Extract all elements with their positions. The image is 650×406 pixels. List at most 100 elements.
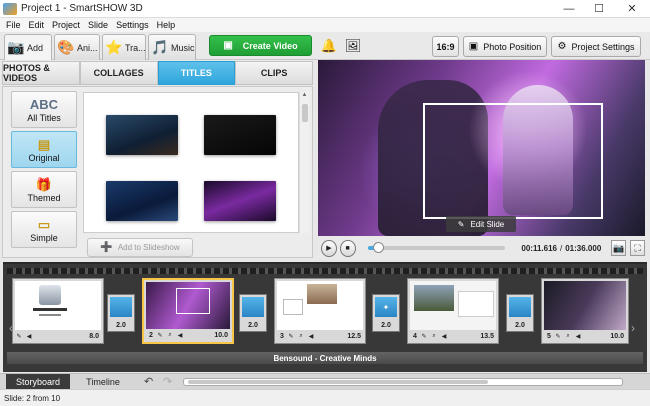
- snapshot-button[interactable]: 📷: [611, 240, 627, 256]
- project-settings-button[interactable]: ⚙ Project Settings: [551, 36, 641, 57]
- transition-duration[interactable]: 2.0: [108, 322, 134, 329]
- slide-thumbnail[interactable]: 5 ✎ ⌕ ◀ 10.0: [541, 278, 629, 344]
- camera-icon: 📷: [7, 39, 25, 55]
- redo-icon[interactable]: ↷: [163, 375, 172, 388]
- transition-thumbnail[interactable]: ✦ 2.0: [372, 294, 400, 332]
- category-themed[interactable]: 🎁 Themed: [11, 171, 77, 208]
- tab-transitions[interactable]: ⭐ Tra...: [102, 34, 146, 60]
- transition-thumbnail[interactable]: 2.0: [239, 294, 267, 332]
- tab-storyboard[interactable]: Storyboard: [6, 374, 70, 390]
- tab-photos-videos[interactable]: PHOTOS & VIDEOS: [2, 61, 80, 85]
- slide-number: 3: [280, 332, 284, 340]
- create-video-label: Create Video: [242, 40, 298, 51]
- category-original[interactable]: ▤ Original: [11, 131, 77, 168]
- photo-position-button[interactable]: ▣ Photo Position: [463, 36, 547, 57]
- aspect-ratio-button[interactable]: 16:9: [432, 36, 459, 57]
- transition-duration[interactable]: 2.0: [507, 322, 533, 329]
- photo-icon[interactable]: 🖼: [344, 36, 362, 56]
- slide-preview[interactable]: ✎ Edit Slide: [318, 60, 645, 236]
- time-readout: 00:11.616/01:36.000: [521, 244, 601, 253]
- menu-slide[interactable]: Slide: [88, 20, 108, 30]
- speaker-icon[interactable]: ◀: [176, 331, 184, 339]
- player-controls: ▶ ■ 00:11.616/01:36.000 📷 ⛶: [318, 237, 645, 259]
- time-separator: /: [560, 243, 563, 253]
- title-template-thumbnail[interactable]: [106, 181, 178, 221]
- stop-button[interactable]: ■: [339, 239, 356, 257]
- scroll-thumb[interactable]: [302, 104, 308, 122]
- slide-thumbnail[interactable]: 4 ✎ ⌕ ◀ 13.5: [407, 278, 499, 344]
- audio-track[interactable]: Bensound - Creative Minds: [7, 352, 643, 364]
- pencil-icon[interactable]: ✎: [420, 332, 428, 340]
- storyboard-scrollbar[interactable]: [183, 378, 623, 386]
- tab-collages[interactable]: COLLAGES: [79, 61, 158, 85]
- play-button[interactable]: ▶: [321, 239, 337, 257]
- slide-thumbnail[interactable]: ✎ ◀ 8.0: [12, 278, 104, 344]
- zoom-icon[interactable]: ⌕: [166, 331, 174, 339]
- seek-bar[interactable]: [367, 242, 506, 253]
- tab-clips[interactable]: CLIPS: [235, 61, 313, 85]
- thumbnails-scrollbar[interactable]: ▲: [299, 92, 309, 233]
- speaker-icon[interactable]: ◀: [440, 332, 448, 340]
- category-label: Simple: [30, 233, 58, 243]
- menu-edit[interactable]: Edit: [29, 20, 45, 30]
- transition-duration[interactable]: 2.0: [240, 322, 266, 329]
- seek-handle[interactable]: [372, 242, 384, 253]
- zoom-icon[interactable]: ⌕: [297, 332, 305, 340]
- title-template-thumbnail[interactable]: [204, 181, 276, 221]
- palette-icon: 🎨: [57, 39, 75, 55]
- slide-number: 2: [149, 331, 153, 339]
- slide-duration[interactable]: 13.5: [480, 333, 496, 340]
- tab-add[interactable]: 📷 Add: [4, 34, 52, 60]
- bell-icon[interactable]: 🔔: [320, 36, 338, 56]
- slide-duration[interactable]: 12.5: [347, 333, 363, 340]
- abc-icon: ABC: [29, 97, 59, 112]
- create-video-button[interactable]: ▣ Create Video: [209, 35, 312, 56]
- close-button[interactable]: ✕: [614, 0, 650, 18]
- titles-panel: ABC All Titles ▤ Original 🎁 Themed ▭ Sim…: [2, 86, 313, 258]
- speaker-icon[interactable]: ◀: [307, 332, 315, 340]
- minimize-button[interactable]: —: [554, 0, 584, 18]
- title-template-thumbnail[interactable]: [204, 115, 276, 155]
- menu-settings[interactable]: Settings: [116, 20, 149, 30]
- transition-thumbnail[interactable]: 2.0: [107, 294, 135, 332]
- slide-duration[interactable]: 8.0: [89, 333, 101, 340]
- category-tabs: PHOTOS & VIDEOS COLLAGES TITLES CLIPS: [2, 61, 313, 85]
- fullscreen-button[interactable]: ⛶: [630, 240, 645, 256]
- category-simple[interactable]: ▭ Simple: [11, 211, 77, 248]
- gift-icon: 🎁: [35, 177, 53, 192]
- tab-animation[interactable]: 🎨 Ani...: [54, 34, 100, 60]
- slide-thumbnail[interactable]: 3 ✎ ⌕ ◀ 12.5: [274, 278, 366, 344]
- tab-animation-label: Ani...: [77, 42, 98, 53]
- edit-slide-button[interactable]: ✎ Edit Slide: [446, 216, 516, 232]
- scroll-up-icon[interactable]: ▲: [300, 92, 309, 102]
- menu-help[interactable]: Help: [157, 20, 176, 30]
- transition-duration[interactable]: 2.0: [373, 322, 399, 329]
- scroll-right-icon[interactable]: ›: [631, 321, 635, 335]
- menu-project[interactable]: Project: [52, 20, 80, 30]
- scroll-thumb[interactable]: [188, 380, 488, 384]
- transition-thumbnail[interactable]: 2.0: [506, 294, 534, 332]
- tab-music[interactable]: 🎵 Music: [148, 34, 196, 60]
- pencil-icon[interactable]: ✎: [287, 332, 295, 340]
- slide-duration[interactable]: 10.0: [610, 333, 626, 340]
- zoom-icon[interactable]: ⌕: [430, 332, 438, 340]
- speaker-icon[interactable]: ◀: [25, 332, 33, 340]
- maximize-button[interactable]: ☐: [584, 0, 614, 18]
- category-all-titles[interactable]: ABC All Titles: [11, 91, 77, 128]
- slide-thumbnail[interactable]: 2 ✎ ⌕ ◀ 10.0: [142, 278, 234, 344]
- title-template-thumbnail[interactable]: [106, 115, 178, 155]
- gear-icon: ⚙: [557, 41, 567, 52]
- tab-titles[interactable]: TITLES: [157, 61, 236, 85]
- tab-timeline[interactable]: Timeline: [72, 374, 134, 390]
- add-to-slideshow-button[interactable]: ➕ Add to Slideshow: [87, 238, 193, 257]
- pencil-icon[interactable]: ✎: [554, 332, 562, 340]
- menu-file[interactable]: File: [6, 20, 21, 30]
- app-logo-icon: [3, 2, 17, 15]
- pencil-icon[interactable]: ✎: [156, 331, 164, 339]
- pencil-icon[interactable]: ✎: [15, 332, 23, 340]
- undo-icon[interactable]: ↶: [144, 375, 153, 388]
- zoom-icon[interactable]: ⌕: [564, 332, 572, 340]
- speaker-icon[interactable]: ◀: [574, 332, 582, 340]
- title-frame: [423, 103, 603, 219]
- slide-duration[interactable]: 10.0: [214, 332, 230, 339]
